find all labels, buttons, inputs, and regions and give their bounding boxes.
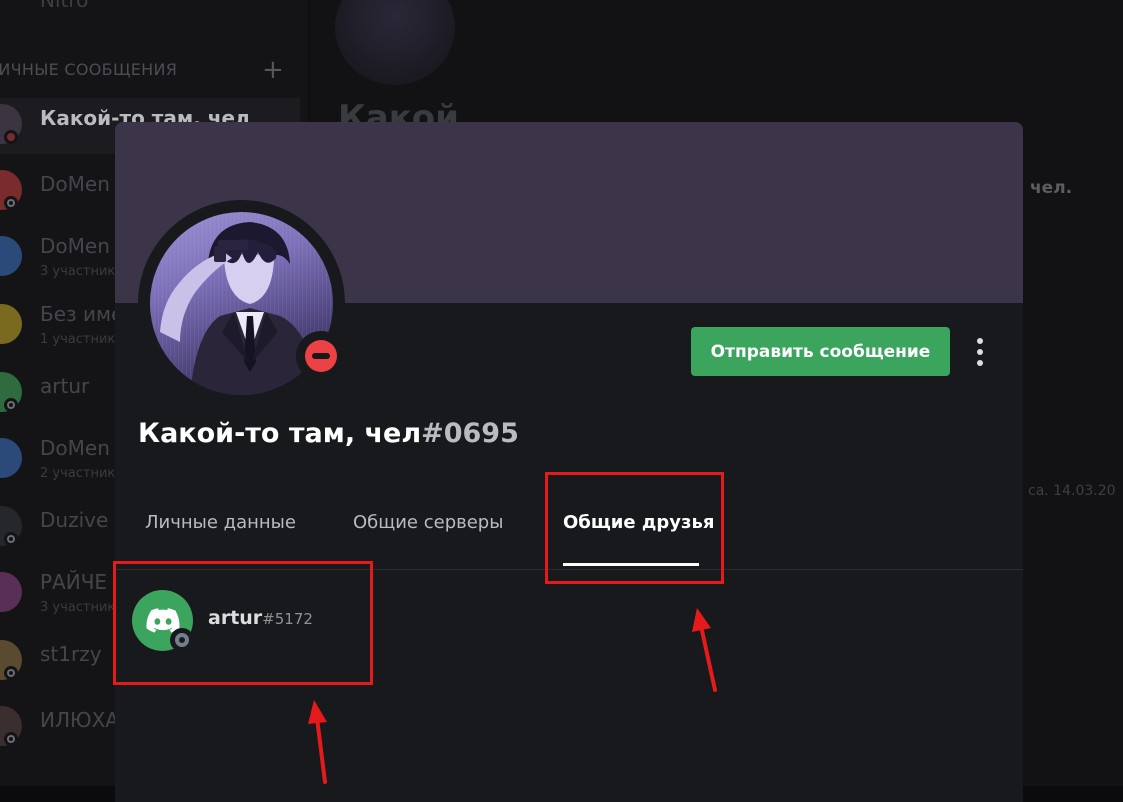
arrow-to-friend [315, 716, 327, 784]
annotation-arrows [308, 608, 717, 784]
arrow-to-tab [699, 624, 717, 692]
